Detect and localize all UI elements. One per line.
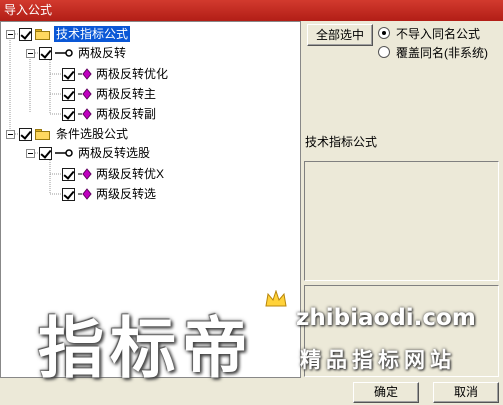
radio-label[interactable]: 覆盖同名(非系统) [396, 44, 488, 61]
radio-skip-same-name[interactable]: 不导入同名公式 [378, 25, 480, 41]
tree-group-label[interactable]: 技术指标公式 [54, 26, 131, 42]
collapse-icon[interactable] [26, 48, 35, 58]
tree-formula-label[interactable]: 两极反转 [76, 45, 128, 61]
item-checkbox[interactable] [62, 167, 75, 181]
diamond-icon [78, 188, 92, 200]
tree-leaf-item[interactable]: 两级反转选 [62, 185, 158, 203]
tree-leaf-item[interactable]: 两极反转优化 [62, 65, 170, 83]
group-checkbox[interactable] [19, 27, 32, 41]
diamond-icon [78, 168, 92, 180]
tree-item-label[interactable]: 两级反转选 [94, 186, 158, 202]
tree-group-condition[interactable]: 条件选股公式 [6, 125, 130, 143]
formula-checkbox[interactable] [39, 46, 52, 60]
tree-leaf-item[interactable]: 两极反转主 [62, 85, 158, 103]
collapse-icon[interactable] [6, 29, 15, 39]
folder-icon [35, 128, 50, 140]
tree-formula-node[interactable]: 两极反转选股 [26, 144, 152, 162]
group-checkbox[interactable] [19, 127, 32, 141]
tree-formula-label[interactable]: 两极反转选股 [76, 145, 152, 161]
tree-leaf-item[interactable]: 两极反转副 [62, 105, 158, 123]
collapse-icon[interactable] [26, 148, 35, 158]
tree-formula-node[interactable]: 两极反转 [26, 44, 128, 62]
formula-key-icon [55, 49, 73, 57]
tree-item-label[interactable]: 两极反转主 [94, 86, 158, 102]
item-checkbox[interactable] [62, 87, 75, 101]
watermark-url: zhibiaodi.com [296, 305, 476, 331]
item-checkbox[interactable] [62, 107, 75, 121]
radio-overwrite-same-name[interactable]: 覆盖同名(非系统) [378, 44, 488, 60]
select-all-button[interactable]: 全部选中 [307, 24, 373, 46]
formula-checkbox[interactable] [39, 146, 52, 160]
item-checkbox[interactable] [62, 187, 75, 201]
formula-type-label: 技术指标公式 [305, 135, 378, 149]
watermark-logo-text: 指标帝 [38, 310, 254, 387]
tree-item-label[interactable]: 两级反转优X [94, 166, 166, 182]
ok-button[interactable]: 确定 [353, 382, 419, 403]
diamond-icon [78, 68, 92, 80]
radio-label[interactable]: 不导入同名公式 [396, 25, 480, 42]
tree-leaf-item[interactable]: 两级反转优X [62, 165, 166, 183]
collapse-icon[interactable] [6, 129, 15, 139]
formula-key-icon [55, 149, 73, 157]
cancel-button[interactable]: 取消 [433, 382, 499, 403]
description-panel [304, 161, 499, 281]
radio-indicator[interactable] [378, 27, 390, 39]
window-title: 导入公式 [0, 0, 503, 21]
tree-group-label[interactable]: 条件选股公式 [54, 126, 130, 142]
watermark-slogan: 精品指标网站 [300, 348, 456, 372]
tree-item-label[interactable]: 两极反转优化 [94, 66, 170, 82]
tree-item-label[interactable]: 两极反转副 [94, 106, 158, 122]
item-checkbox[interactable] [62, 67, 75, 81]
tree-group-technical[interactable]: 技术指标公式 [6, 25, 131, 43]
diamond-icon [78, 108, 92, 120]
folder-icon [35, 28, 50, 40]
radio-indicator[interactable] [378, 46, 390, 58]
crown-icon [265, 290, 287, 307]
diamond-icon [78, 88, 92, 100]
